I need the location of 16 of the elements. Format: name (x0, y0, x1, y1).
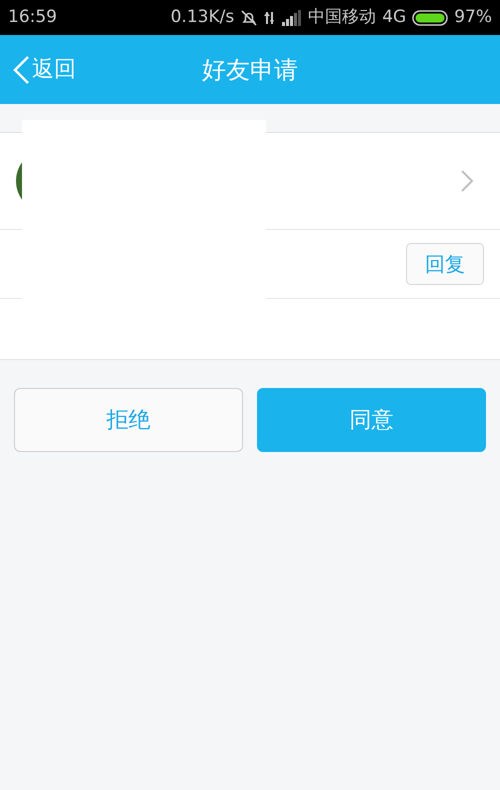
battery-percent: 97% (454, 6, 492, 29)
bell-muted-icon (240, 8, 258, 26)
page-title: 好友申请 (202, 54, 298, 86)
carrier-name: 中国移动 (308, 6, 376, 29)
reply-button[interactable]: 回复 (406, 243, 484, 285)
chevron-right-icon[interactable] (460, 169, 474, 193)
agree-button[interactable]: 同意 (257, 388, 486, 452)
signal-icon (282, 10, 302, 26)
reject-button[interactable]: 拒绝 (14, 388, 243, 452)
chevron-left-icon (12, 54, 30, 84)
data-transfer-icon (264, 10, 276, 26)
network-type: 4G (382, 6, 406, 29)
network-speed: 0.13K/s (170, 6, 234, 29)
status-time: 16:59 (8, 6, 57, 29)
back-button[interactable]: 返回 (0, 53, 76, 86)
battery-icon (412, 10, 448, 26)
